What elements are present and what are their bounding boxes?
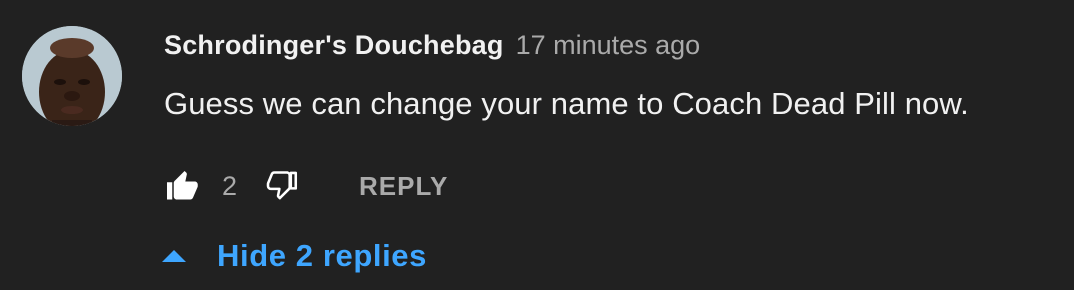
caret-up-icon [160,242,188,270]
avatar[interactable] [22,26,122,126]
comment-timestamp[interactable]: 17 minutes ago [516,30,701,61]
like-button[interactable] [160,164,204,208]
thumbs-up-filled-icon [167,171,198,200]
author-name[interactable]: Schrodinger's Douchebag [164,30,504,61]
like-count: 2 [222,170,238,201]
hide-replies-toggle[interactable]: Hide 2 replies [160,232,427,280]
reply-button[interactable]: REPLY [359,171,448,202]
thumbs-down-outline-icon [266,171,298,200]
hide-replies-label[interactable]: Hide 2 replies [217,238,427,274]
comment-text: Guess we can change your name to Coach D… [164,86,969,121]
comment-header: Schrodinger's Douchebag 17 minutes ago [164,30,700,70]
comment-actions: 2 REPLY [160,164,448,208]
author-avatar-photo [22,26,122,126]
dislike-button[interactable] [261,164,305,208]
